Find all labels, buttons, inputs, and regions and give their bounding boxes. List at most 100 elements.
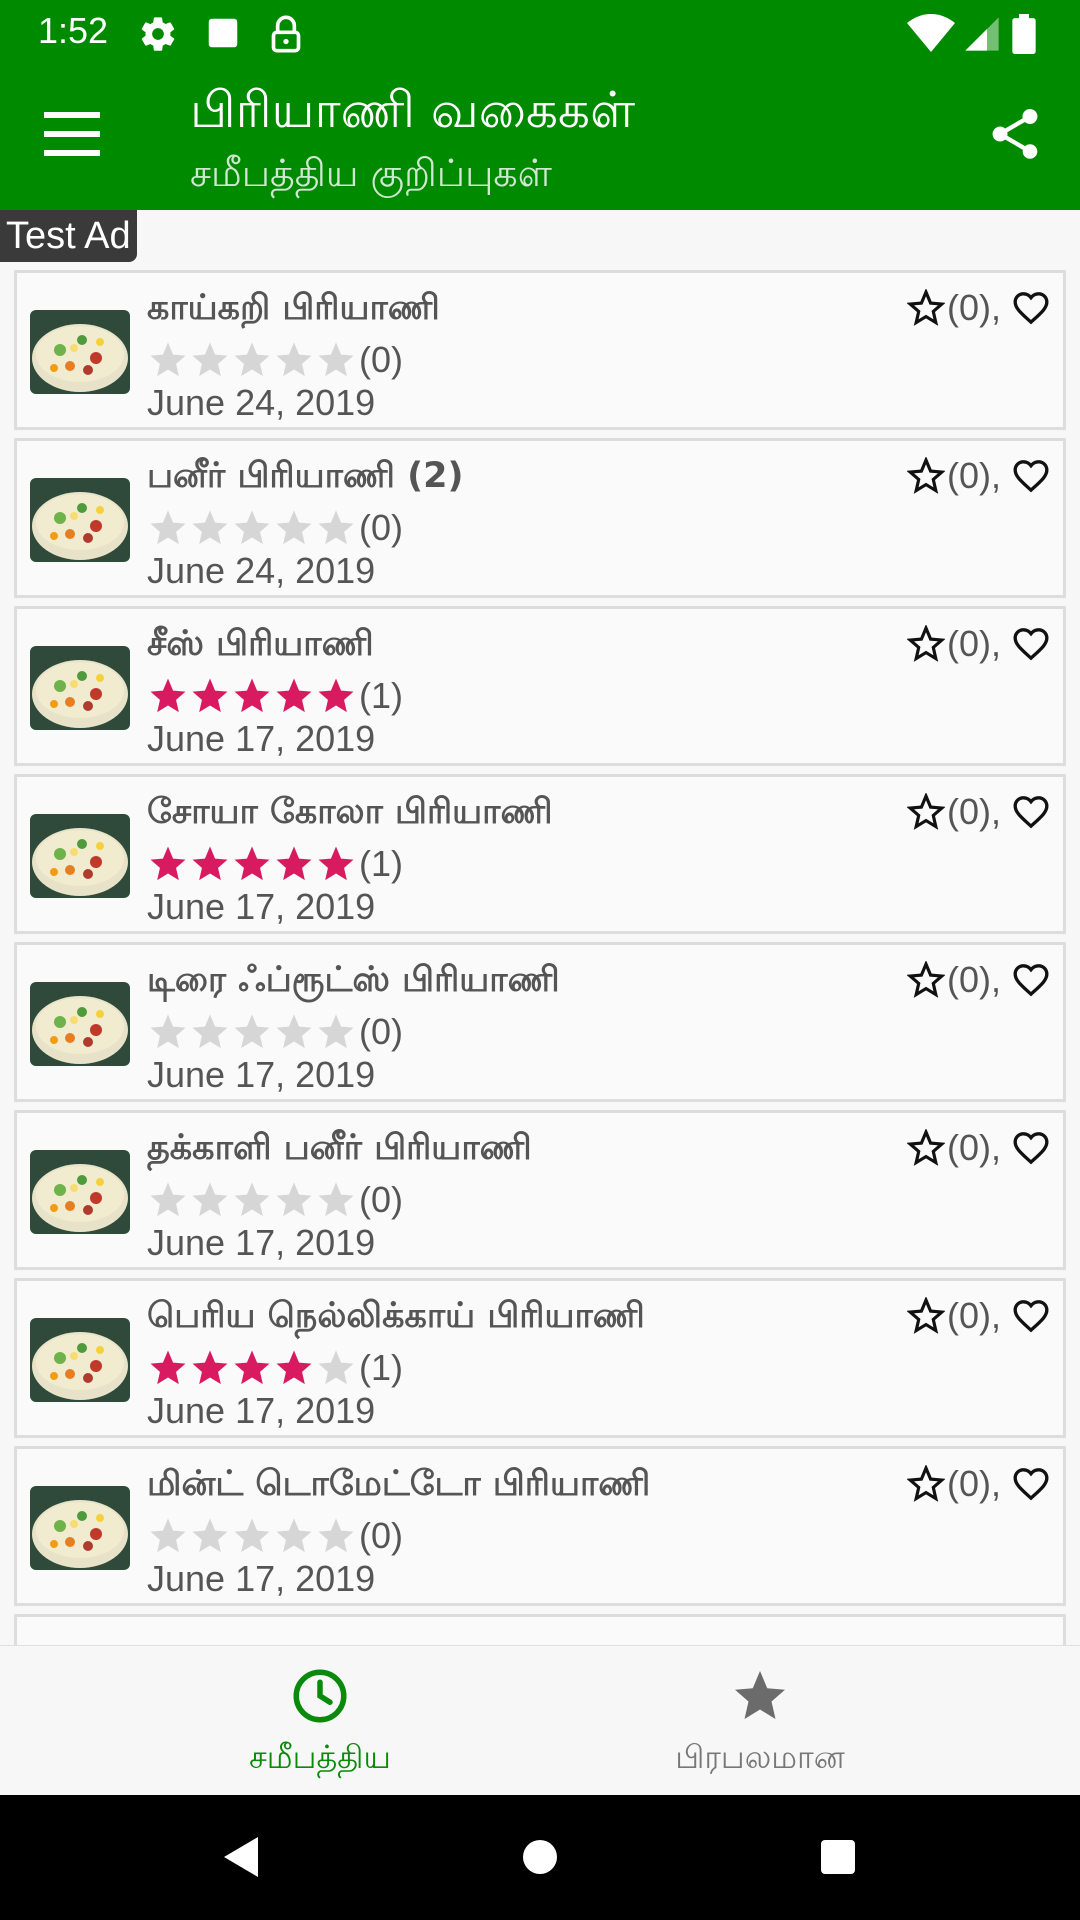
bookmark-count: (0),: [947, 1463, 1001, 1504]
share-icon[interactable]: [985, 104, 1045, 164]
heart-outline-icon[interactable]: [1011, 288, 1051, 328]
heart-outline-icon[interactable]: [1011, 456, 1051, 496]
recipe-thumbnail: [30, 646, 130, 730]
card-actions: (0),: [907, 1463, 1051, 1505]
rating-star-icon: [276, 1182, 312, 1217]
heart-outline-icon[interactable]: [1011, 624, 1051, 664]
rating-star-icon: [234, 1518, 270, 1553]
battery-icon: [1012, 14, 1036, 54]
star-outline-icon[interactable]: [907, 1297, 945, 1335]
rating-star-icon: [318, 1350, 354, 1385]
recipe-card[interactable]: டிரை ஃப்ரூட்ஸ் பிரியாணி (0) June 17, 2019 (…: [14, 942, 1066, 1102]
rating-star-icon: [192, 678, 228, 713]
rating-star-icon: [192, 1350, 228, 1385]
bottom-navigation: சமீபத்திய பிரபலமான: [0, 1645, 1080, 1795]
rating-star-icon: [276, 510, 312, 545]
rating-stars: (0): [147, 1179, 403, 1221]
star-outline-icon[interactable]: [907, 1129, 945, 1167]
card-actions: (0),: [907, 455, 1051, 497]
heart-outline-icon[interactable]: [1011, 1296, 1051, 1336]
rating-stars: (1): [147, 675, 403, 717]
bookmark-count: (0),: [947, 959, 1001, 1000]
rating-star-icon: [276, 1518, 312, 1553]
home-icon[interactable]: [516, 1832, 564, 1882]
recipe-card-partial[interactable]: [14, 1614, 1066, 1645]
rating-star-icon: [192, 1014, 228, 1049]
rating-star-icon: [234, 510, 270, 545]
rating-star-icon: [192, 342, 228, 377]
heart-outline-icon[interactable]: [1011, 1128, 1051, 1168]
page-title: பிரியாணி வகைகள்: [190, 81, 636, 139]
star-outline-icon[interactable]: [907, 793, 945, 831]
rating-stars: (0): [147, 339, 403, 381]
nav-label-popular: பிரபலமான: [675, 1738, 845, 1776]
rating-stars: (0): [147, 1515, 403, 1557]
lock-icon: [271, 15, 301, 53]
clock-icon: [293, 1669, 347, 1723]
star-outline-icon[interactable]: [907, 289, 945, 327]
recents-icon[interactable]: [814, 1832, 862, 1882]
back-icon[interactable]: [218, 1832, 266, 1882]
recipe-list[interactable]: காய்கறி பிரியாணி (0) June 24, 2019 (0), பனீர…: [0, 270, 1080, 1645]
rating-stars: (1): [147, 1347, 403, 1389]
wifi-icon: [907, 14, 955, 52]
recipe-date: June 24, 2019: [147, 550, 376, 591]
rating-stars: (0): [147, 1011, 403, 1053]
recipe-card[interactable]: பனீர் பிரியாணி (2) (0) June 24, 2019 (0),: [14, 438, 1066, 598]
star-outline-icon[interactable]: [907, 961, 945, 999]
card-actions: (0),: [907, 959, 1051, 1001]
rating-star-icon: [276, 1350, 312, 1385]
rating-star-icon: [276, 678, 312, 713]
nav-item-popular[interactable]: பிரபலமான: [490, 1646, 1030, 1796]
recipe-title: சோயா கோலா பிரியாணி: [147, 792, 553, 832]
rating-stars: (1): [147, 843, 403, 885]
recipe-card[interactable]: தக்காளி பனீர் பிரியாணி (0) June 17, 2019 (0…: [14, 1110, 1066, 1270]
rating-star-icon: [150, 342, 186, 377]
bookmark-count: (0),: [947, 791, 1001, 832]
recipe-thumbnail: [30, 310, 130, 394]
settings-icon: [141, 17, 175, 51]
recipe-thumbnail: [30, 1318, 130, 1402]
heart-outline-icon[interactable]: [1011, 1464, 1051, 1504]
bookmark-count: (0),: [947, 623, 1001, 664]
recipe-thumbnail: [30, 478, 130, 562]
rating-count: (1): [359, 843, 403, 884]
recipe-date: June 17, 2019: [147, 1222, 376, 1263]
recipe-card[interactable]: பெரிய நெல்லிக்காய் பிரியாணி (1) June 17, 2…: [14, 1278, 1066, 1438]
rating-star-icon: [192, 846, 228, 881]
recipe-thumbnail: [30, 1486, 130, 1570]
rating-star-icon: [318, 342, 354, 377]
star-outline-icon[interactable]: [907, 1465, 945, 1503]
recipe-card[interactable]: சோயா கோலா பிரியாணி (1) June 17, 2019 (0),: [14, 774, 1066, 934]
test-ad-badge[interactable]: Test Ad: [0, 210, 137, 262]
rating-star-icon: [318, 1014, 354, 1049]
card-actions: (0),: [907, 1127, 1051, 1169]
recipe-card[interactable]: காய்கறி பிரியாணி (0) June 24, 2019 (0),: [14, 270, 1066, 430]
recipe-date: June 17, 2019: [147, 1558, 376, 1599]
recipe-title: காய்கறி பிரியாணி: [147, 288, 440, 328]
recipe-thumbnail: [30, 814, 130, 898]
recipe-title: பெரிய நெல்லிக்காய் பிரியாணி: [147, 1296, 645, 1336]
heart-outline-icon[interactable]: [1011, 960, 1051, 1000]
heart-outline-icon[interactable]: [1011, 792, 1051, 832]
star-outline-icon[interactable]: [907, 457, 945, 495]
rating-count: (1): [359, 1347, 403, 1388]
rating-count: (0): [359, 507, 403, 548]
card-actions: (0),: [907, 1295, 1051, 1337]
recipe-card[interactable]: சீஸ் பிரியாணி (1) June 17, 2019 (0),: [14, 606, 1066, 766]
menu-icon[interactable]: [36, 104, 108, 164]
recipe-card[interactable]: மின்ட் டொமேட்டோ பிரியாணி (0) June 17, 2019…: [14, 1446, 1066, 1606]
rating-star-icon: [234, 678, 270, 713]
rating-star-icon: [276, 342, 312, 377]
rating-count: (0): [359, 339, 403, 380]
star-outline-icon[interactable]: [907, 625, 945, 663]
status-time: 1:52: [38, 10, 109, 51]
recipe-title: தக்காளி பனீர் பிரியாணி: [147, 1128, 532, 1168]
rating-star-icon: [234, 1014, 270, 1049]
star-icon: [735, 1671, 785, 1719]
rating-count: (1): [359, 675, 403, 716]
rating-stars: (0): [147, 507, 403, 549]
rating-star-icon: [276, 1014, 312, 1049]
rating-star-icon: [192, 510, 228, 545]
rating-star-icon: [234, 342, 270, 377]
